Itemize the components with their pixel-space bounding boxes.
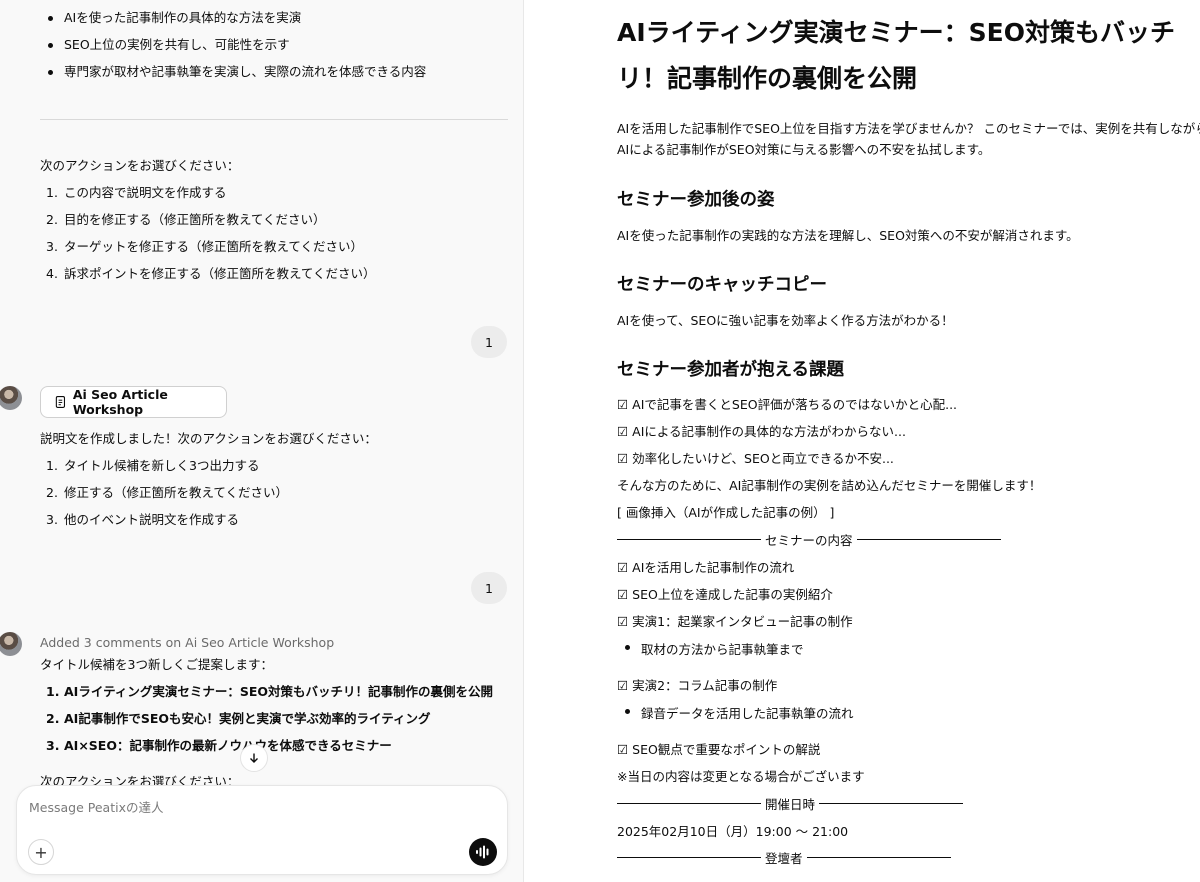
assistant-avatar — [0, 386, 22, 410]
chat-pane: AIを使った記事制作の具体的な方法を実演 SEO上位の実例を共有し、可能性を示す… — [0, 0, 524, 882]
document-paragraph: AIによる記事制作がSEO対策に与える影響への不安を払拭します。 — [617, 142, 991, 157]
list-item: 取材の方法から記事執筆まで — [617, 639, 804, 661]
document-paragraph: AIを使った記事制作の実践的な方法を理解し、SEO対策への不安が解消されます。 — [617, 228, 1079, 243]
attach-button[interactable]: + — [28, 839, 54, 865]
checklist-item: ☑ SEO上位を達成した記事の実例紹介 — [617, 587, 833, 602]
list-item: 2. 目的を修正する（修正箇所を教えてください） — [46, 212, 326, 227]
canvas-document-label: Ai Seo Article Workshop — [72, 387, 168, 417]
list-item: 3. 他のイベント説明文を作成する — [46, 512, 240, 527]
voice-mode-button[interactable] — [469, 838, 497, 866]
assistant-message-text: 次のアクションをお選びください： — [40, 158, 240, 173]
section-heading: セミナー参加後の姿 — [617, 190, 775, 210]
checklist-item: ☑ AIによる記事制作の具体的な方法がわからない... — [617, 424, 906, 439]
document-title: AIライティング実演セミナー：SEO対策もバッチリ！記事制作の裏側を公開 — [617, 18, 1175, 93]
message-composer[interactable]: Message Peatixの達人 + — [16, 785, 508, 875]
section-heading: セミナーのキャッチコピー — [617, 275, 827, 295]
action-options-list: 1. タイトル候補を新しく3つ出力する 2. 修正する（修正箇所を教えてください） … — [40, 457, 288, 538]
checklist-item: ☑ 実演2：コラム記事の制作 — [617, 678, 778, 693]
separator-label: 開催日時 — [765, 797, 816, 812]
assistant-message-text: タイトル候補を3つ新しくご提案します： — [40, 657, 273, 672]
document-paragraph: AIを活用した記事制作でSEO上位を目指す方法を学びませんか？ このセミナーでは… — [617, 121, 1200, 136]
comments-added-note[interactable]: Added 3 comments on Ai Seo Article Works… — [40, 634, 334, 652]
user-message-bubble: 1 — [471, 326, 507, 358]
list-item: 2. AI記事制作でSEOも安心！実例と実演で学ぶ効率的ライティング — [46, 711, 431, 726]
checklist-item: ☑ 効率化したいけど、SEOと両立できるか不安... — [617, 451, 894, 466]
divider — [40, 119, 508, 120]
checklist-item: ☑ AIで記事を書くとSEO評価が落ちるのではないかと心配... — [617, 397, 958, 412]
separator-label: 登壇者 — [765, 851, 803, 866]
event-datetime: 2025年02月10日（月）19:00 〜 21:00 — [617, 824, 849, 839]
section-separator: 登壇者 — [617, 848, 951, 867]
section-separator: セミナーの内容 — [617, 530, 1001, 549]
document-icon — [55, 396, 66, 408]
list-item: 録音データを活用した記事執筆の流れ — [617, 703, 854, 725]
arrow-down-icon — [250, 753, 258, 763]
document-note: ※当日の内容は変更となる場合がございます — [617, 769, 865, 784]
summary-bullet-list: AIを使った記事制作の具体的な方法を実演 SEO上位の実例を共有し、可能性を示す… — [40, 9, 426, 90]
section-separator: 開催日時 — [617, 794, 964, 813]
document-paragraph: そんな方のために、AI記事制作の実例を詰め込んだセミナーを開催します！ — [617, 478, 1042, 493]
message-input[interactable]: Message Peatixの達人 — [29, 797, 163, 816]
section-heading: セミナー参加者が抱える課題 — [617, 360, 844, 380]
user-message-bubble: 1 — [471, 572, 507, 604]
checklist-item: ☑ AIを活用した記事制作の流れ — [617, 560, 795, 575]
list-item: 3. ターゲットを修正する（修正箇所を教えてください） — [46, 239, 364, 254]
list-item: 専門家が取材や記事執筆を実演し、実際の流れを体感できる内容 — [40, 63, 426, 90]
image-placeholder-text: [ 画像挿入（AIが作成した記事の例） ] — [617, 505, 835, 520]
list-item: 1. AIライティング実演セミナー：SEO対策もバッチリ！記事制作の裏側を公開 — [46, 684, 493, 699]
voice-waveform-icon — [476, 845, 489, 859]
plus-icon: + — [34, 842, 48, 862]
separator-label: セミナーの内容 — [765, 533, 853, 548]
list-item: 1. この内容で説明文を作成する — [46, 185, 227, 200]
canvas-document: AIライティング実演セミナー：SEO対策もバッチリ！記事制作の裏側を公開 AIを… — [525, 0, 1200, 882]
list-item: 2. 修正する（修正箇所を教えてください） — [46, 485, 289, 500]
list-item: AIを使った記事制作の具体的な方法を実演 — [40, 9, 426, 36]
action-options-list: 1. この内容で説明文を作成する 2. 目的を修正する（修正箇所を教えてください） … — [40, 184, 376, 292]
document-paragraph: AIを使って、SEOに強い記事を効率よく作る方法がわかる！ — [617, 313, 954, 328]
assistant-avatar — [0, 632, 22, 656]
list-item: SEO上位の実例を共有し、可能性を示す — [40, 36, 426, 63]
list-item: 4. 訴求ポイントを修正する（修正箇所を教えてください） — [46, 266, 376, 281]
checklist-item: ☑ SEO観点で重要なポイントの解説 — [617, 742, 821, 757]
list-item: 1. タイトル候補を新しく3つ出力する — [46, 458, 260, 473]
assistant-message-text: 説明文を作成しました！次のアクションをお選びください： — [40, 431, 377, 446]
scroll-to-bottom-button[interactable] — [240, 744, 268, 772]
checklist-item: ☑ 実演1：起業家インタビュー記事の制作 — [617, 614, 853, 629]
canvas-document-button[interactable]: Ai Seo Article Workshop — [40, 386, 227, 418]
